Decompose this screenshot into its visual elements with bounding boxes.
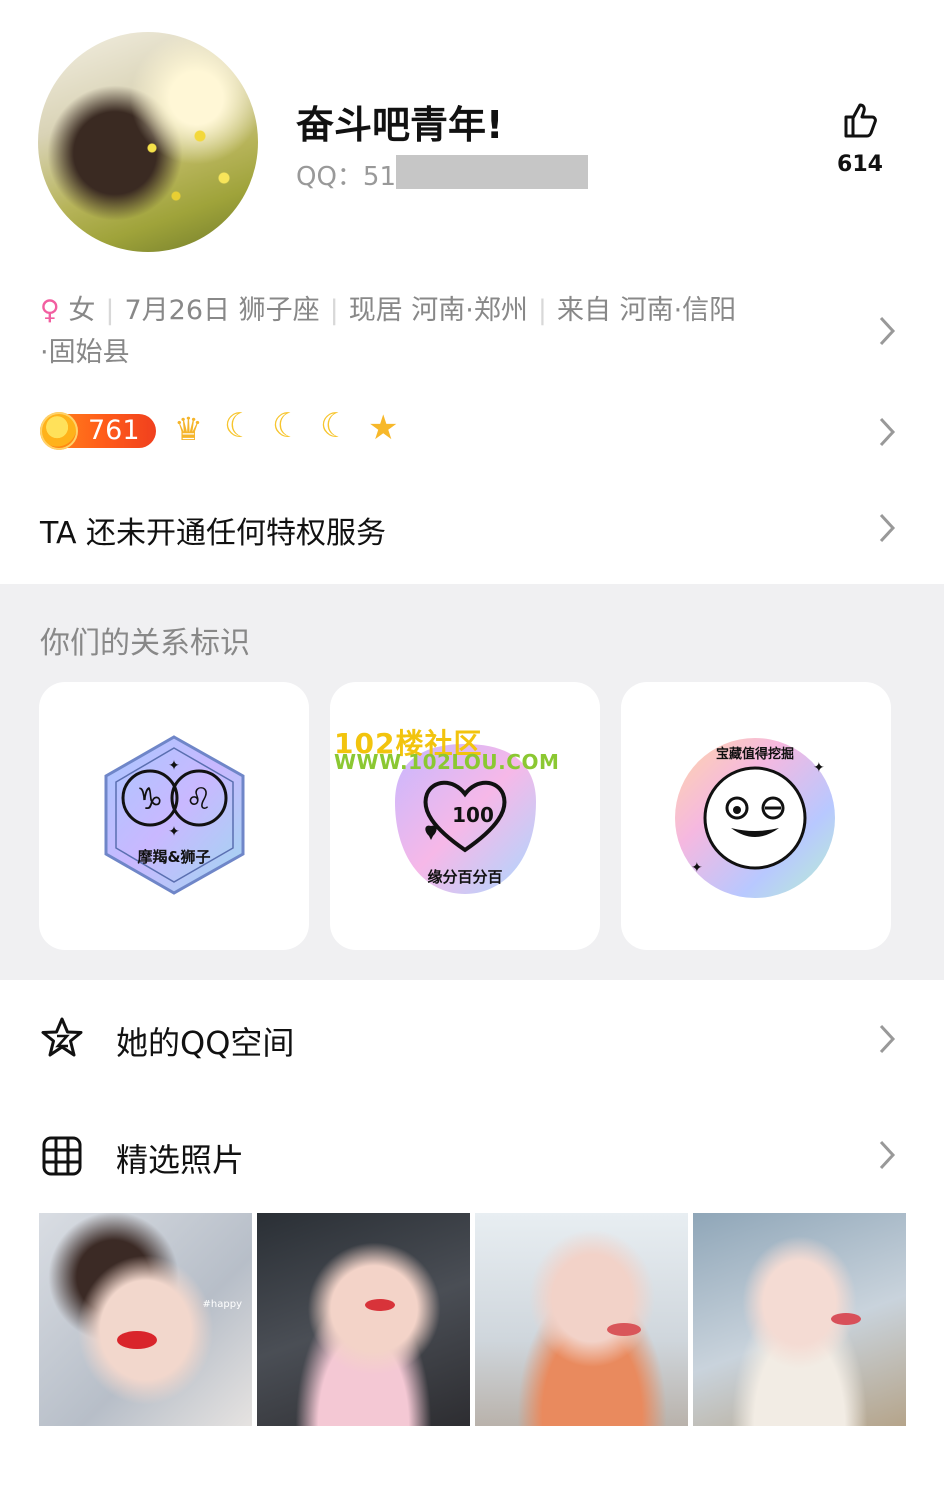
like-count[interactable]: 614 [820, 152, 900, 177]
svg-text:✦: ✦ [813, 760, 825, 776]
treasure-badge-icon: ✦ ✦ 宝藏值得挖掘 [675, 738, 835, 898]
thumbs-up-icon[interactable] [840, 100, 880, 140]
svg-text:✦: ✦ [691, 860, 703, 876]
relation-section-title: 你们的关系标识 [40, 626, 250, 661]
qzone-link[interactable]: 她的QQ空间 [116, 1018, 294, 1064]
svg-text:♌: ♌ [186, 782, 213, 817]
photo-1[interactable]: #happy [39, 1213, 252, 1426]
photo-3[interactable] [475, 1213, 688, 1426]
relation-card-zodiac[interactable]: ♑ ♌ ✦ ✦ 摩羯&狮子 [39, 682, 309, 950]
hometown: 来自 河南·信阳 [557, 295, 737, 326]
info-chevron-right-icon[interactable] [878, 316, 896, 346]
svg-text:♑: ♑ [137, 782, 164, 817]
relation-card-treasure[interactable]: ✦ ✦ 宝藏值得挖掘 [621, 682, 891, 950]
photo-4[interactable] [693, 1213, 906, 1426]
avatar[interactable] [38, 32, 258, 252]
privilege-chevron-right-icon[interactable] [878, 513, 896, 543]
qzone-star-icon [40, 1016, 84, 1060]
hundred-badge-label: 缘分百分百 [427, 868, 502, 886]
photo-1-lips [117, 1331, 157, 1349]
moon-icon: ☾ [272, 406, 303, 446]
qq-number: QQ：51 [296, 162, 397, 192]
zodiac-badge-label: 摩羯&狮子 [137, 848, 210, 866]
qzone-chevron-right-icon[interactable] [878, 1024, 896, 1054]
crown-icon: ♛ [174, 410, 203, 448]
star-icon: ★ [368, 408, 399, 448]
female-icon: ♀ [40, 295, 60, 326]
treasure-badge-label: 宝藏值得挖掘 [716, 746, 794, 762]
moon-icon: ☾ [320, 406, 351, 446]
photo-2[interactable] [257, 1213, 470, 1426]
current-city: 现居 河南·郑州 [348, 295, 528, 326]
svg-text:✦: ✦ [168, 758, 180, 774]
photo-1-tag: #happy [202, 1299, 242, 1310]
qq-number-redaction [396, 155, 588, 189]
grid-icon [40, 1134, 84, 1178]
svg-text:✦: ✦ [168, 824, 180, 840]
privilege-text[interactable]: TA 还未开通任何特权服务 [40, 508, 386, 552]
photo-3-lips [607, 1323, 641, 1336]
coin-icon [40, 412, 78, 450]
birthday-sign: 7月26日 狮子座 [124, 295, 320, 326]
level-value: 761 [88, 415, 140, 446]
hometown-county: ·固始县 [40, 337, 130, 368]
photo-2-lips [365, 1299, 395, 1311]
profile-info: ♀ 女 | 7月26日 狮子座 | 现居 河南·郑州 | 来自 河南·信阳 ·固始县 [40, 295, 737, 368]
level-chevron-right-icon[interactable] [878, 417, 896, 447]
photo-4-lips [831, 1313, 861, 1325]
svg-text:100: 100 [452, 803, 494, 827]
photos-link[interactable]: 精选照片 [116, 1135, 244, 1181]
photos-chevron-right-icon[interactable] [878, 1140, 896, 1170]
zodiac-badge-icon: ♑ ♌ ✦ ✦ 摩羯&狮子 [104, 735, 245, 895]
gender-text: 女 [68, 295, 96, 326]
watermark-url: WWW.102LOU.COM [334, 750, 560, 774]
avatar-flowers [128, 112, 248, 232]
nickname: 奋斗吧青年! [296, 103, 504, 147]
moon-icon: ☾ [224, 406, 255, 446]
